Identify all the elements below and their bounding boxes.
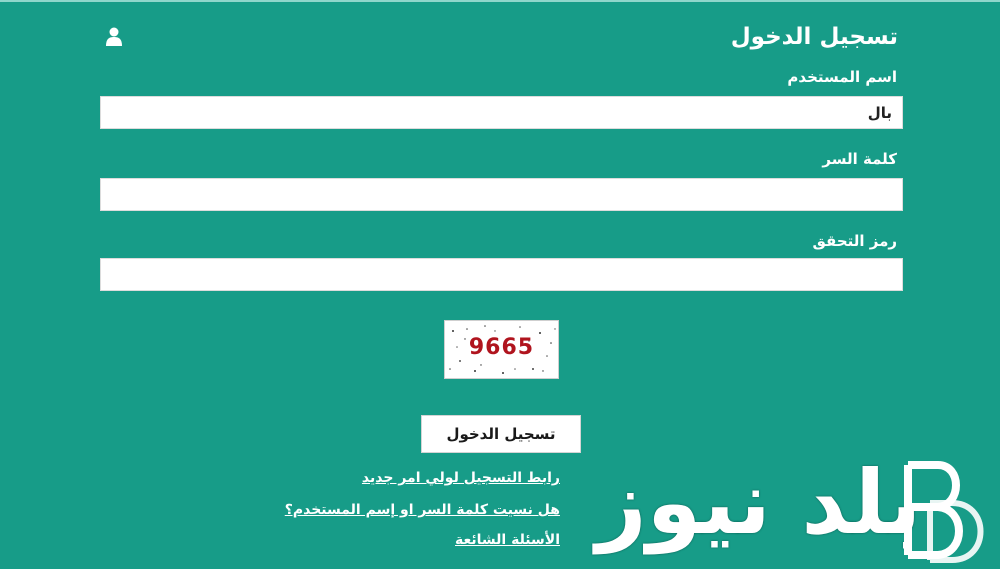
faq-link[interactable]: الأسئلة الشائعة (455, 532, 560, 548)
user-icon (106, 27, 122, 46)
watermark-text: بلد نيوز (596, 451, 922, 554)
captcha-image: 9665 (444, 320, 559, 379)
page-title: تسجيل الدخول (730, 24, 898, 50)
parent-registration-link[interactable]: رابط التسجيل لولي امر جديد (362, 470, 560, 486)
password-label: كلمة السر (822, 150, 897, 168)
captcha-code: 9665 (468, 335, 535, 360)
username-label: اسم المستخدم (787, 68, 897, 86)
captcha-input[interactable] (100, 258, 903, 291)
username-input[interactable] (100, 96, 903, 129)
password-input[interactable] (100, 178, 903, 211)
forgot-credentials-link[interactable]: هل نسيت كلمة السر او إسم المستخدم؟ (285, 502, 560, 518)
watermark-logo: BD (904, 461, 984, 563)
captcha-label: رمز التحقق (812, 232, 898, 250)
top-border (0, 0, 1000, 2)
login-button[interactable]: تسجيل الدخول (421, 415, 581, 453)
